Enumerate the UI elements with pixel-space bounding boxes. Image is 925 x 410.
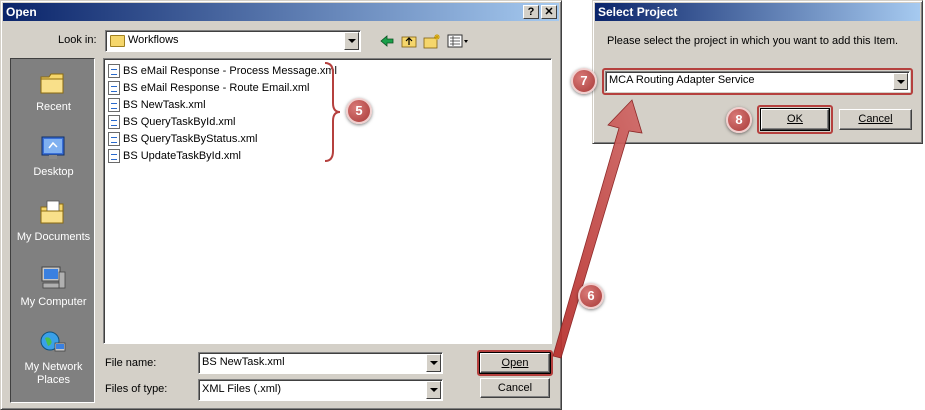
annotation-marker-6: 6 [578,283,604,309]
annotation-arrow [552,99,643,359]
